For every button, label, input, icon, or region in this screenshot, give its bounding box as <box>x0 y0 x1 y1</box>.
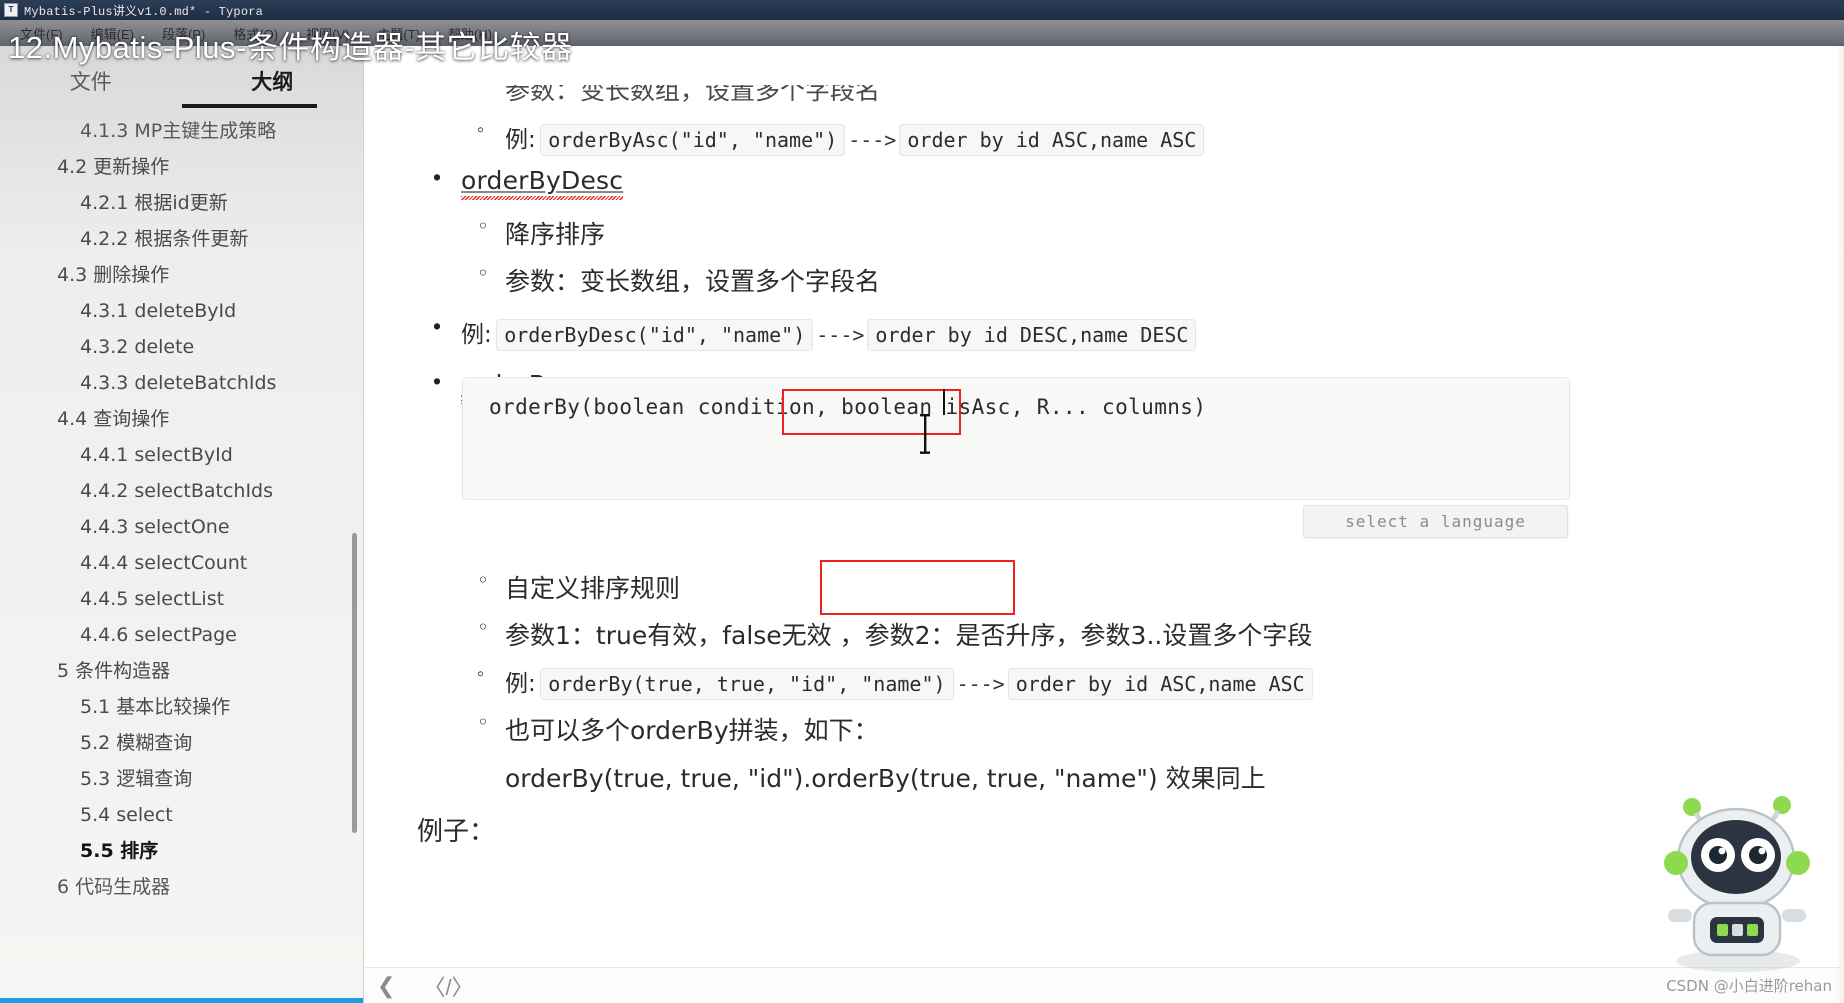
outline-item-4-4-3[interactable]: 4.4.3 selectOne <box>0 510 363 546</box>
outline-item-4-4-1[interactable]: 4.4.1 selectById <box>0 438 363 474</box>
outline-item-4-2[interactable]: 4.2 更新操作 <box>0 150 363 186</box>
chain-note: 也可以多个orderBy拼装，如下： <box>477 710 879 747</box>
sidebar-scrollbar[interactable] <box>352 533 357 833</box>
outline-item-4-4-2[interactable]: 4.4.2 selectBatchIds <box>0 474 363 510</box>
outline-item-5-2[interactable]: 5.2 模糊查询 <box>0 726 363 762</box>
example-asc-code: orderByAsc("id", "name") <box>540 124 846 156</box>
code-block-line: orderBy(boolean condition, boolean isAsc… <box>489 395 1207 419</box>
outline-item-4-2-1[interactable]: 4.2.1 根据id更新 <box>0 186 363 222</box>
sidebar-tab-outline[interactable]: 大纲 <box>182 66 364 108</box>
clipped-line-params: 参数：变长数组，设置多个字段名 <box>505 76 881 105</box>
example-desc-result: order by id DESC,name DESC <box>867 319 1197 351</box>
example-desc-row: 例: orderByDesc("id", "name")--->order by… <box>433 313 1197 351</box>
outline-item-5[interactable]: 5 条件构造器 <box>0 654 363 690</box>
example-asc-prefix: 例: <box>505 127 536 153</box>
editor-bottom-bar: ❮ 〈/〉 <box>365 967 1844 1003</box>
example-orderby-result: order by id ASC,name ASC <box>1007 668 1313 700</box>
examples-label: 例子： <box>417 817 496 847</box>
text-caret <box>943 389 945 415</box>
typora-window: T Mybatis-Plus讲义v1.0.md* - Typora 文件(F) … <box>0 0 1844 1003</box>
outline-item-4-3-2[interactable]: 4.3.2 delete <box>0 330 363 366</box>
sidebar-tab-files[interactable]: 文件 <box>0 66 182 108</box>
right-edge-fade <box>1836 46 1844 1003</box>
outline-item-4-3-3[interactable]: 4.3.3 deleteBatchIds <box>0 366 363 402</box>
outline-item-5-4[interactable]: 5.4 select <box>0 798 363 834</box>
orderby-bullet-1: 自定义排序规则 <box>477 568 680 605</box>
outline-item-4-1-3[interactable]: 4.1.3 MP主键生成策略 <box>0 114 363 150</box>
language-select-popup[interactable]: select a language <box>1303 505 1568 538</box>
example-desc-code: orderByDesc("id", "name") <box>496 319 814 351</box>
example-desc-arrow: ---> <box>816 323 865 347</box>
outline-item-4-4[interactable]: 4.4 查询操作 <box>0 402 363 438</box>
sidebar-panel: 文件 大纲 4.1.3 MP主键生成策略 4.2 更新操作 4.2.1 根据id… <box>0 46 364 1003</box>
example-orderby-code: orderBy(true, true, "id", "name") <box>540 668 954 700</box>
outline-item-5-1[interactable]: 5.1 基本比较操作 <box>0 690 363 726</box>
mouse-ibeam-cursor <box>920 414 930 454</box>
example-orderby-row: 例: orderBy(true, true, "id", "name")--->… <box>477 663 1313 700</box>
video-caption-overlay: 12.Mybatis-Plus-条件构造器-其它比较器 <box>8 30 573 65</box>
outline-item-5-3[interactable]: 5.3 逻辑查询 <box>0 762 363 798</box>
outline-item-6[interactable]: 6 代码生成器 <box>0 870 363 906</box>
chain-code-line: orderBy(true, true, "id").orderBy(true, … <box>505 764 1266 793</box>
example-asc-result: order by id ASC,name ASC <box>899 124 1205 156</box>
editor-pane[interactable]: 参数：变长数组，设置多个字段名 例: orderByAsc("id", "nam… <box>365 46 1844 1003</box>
code-block-orderby[interactable]: orderBy(boolean condition, boolean isAsc… <box>462 377 1570 500</box>
orderby-bullet-2: 参数1：true有效，false无效 ，参数2：是否升序，参数3..设置多个字段 <box>477 615 1312 652</box>
csdn-robot-mascot <box>1664 796 1810 972</box>
outline-item-4-4-4[interactable]: 4.4.4 selectCount <box>0 546 363 582</box>
source-code-mode-icon[interactable]: 〈/〉 <box>423 970 473 1002</box>
outline-item-4-3[interactable]: 4.3 删除操作 <box>0 258 363 294</box>
heading-orderbydesc[interactable]: orderByDesc <box>461 166 624 200</box>
example-asc-arrow: ---> <box>848 128 897 152</box>
language-select-placeholder: select a language <box>1345 512 1526 531</box>
orderbydesc-bullet-2: 参数：变长数组，设置多个字段名 <box>477 261 880 298</box>
outline-item-4-4-6[interactable]: 4.4.6 selectPage <box>0 618 363 654</box>
outline-item-4-4-5[interactable]: 4.4.5 selectList <box>0 582 363 618</box>
example-asc-row: 例: orderByAsc("id", "name")--->order by … <box>477 119 1205 156</box>
outline-item-5-5[interactable]: 5.5 排序 <box>0 834 363 870</box>
sidebar-bottom-accent <box>0 998 363 1003</box>
example-orderby-arrow: ---> <box>956 672 1005 696</box>
example-orderby-prefix: 例: <box>505 671 536 697</box>
outline-list: 4.1.3 MP主键生成策略 4.2 更新操作 4.2.1 根据id更新 4.2… <box>0 114 363 906</box>
outline-item-4-3-1[interactable]: 4.3.1 deleteById <box>0 294 363 330</box>
example-desc-prefix: 例: <box>461 322 492 348</box>
orderbydesc-bullet-1: 降序排序 <box>477 214 605 251</box>
csdn-watermark: CSDN @小白进阶rehan <box>1666 977 1832 995</box>
collapse-sidebar-icon[interactable]: ❮ <box>377 973 395 999</box>
window-titlebar: T Mybatis-Plus讲义v1.0.md* - Typora <box>0 0 1844 20</box>
outline-item-4-2-2[interactable]: 4.2.2 根据条件更新 <box>0 222 363 258</box>
window-title: Mybatis-Plus讲义v1.0.md* - Typora <box>24 4 264 19</box>
app-icon: T <box>4 3 18 17</box>
heading-orderbydesc-row: orderByDesc <box>433 164 624 200</box>
